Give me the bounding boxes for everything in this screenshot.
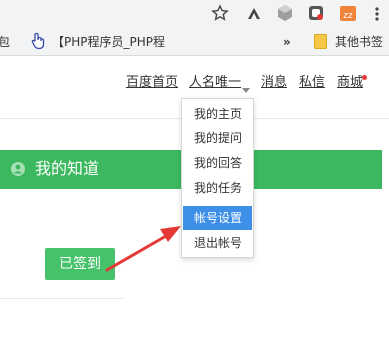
menu-item-my-tasks[interactable]: 我的任务 xyxy=(183,176,252,200)
menu-item-my-questions[interactable]: 我的提问 xyxy=(183,126,252,150)
menu-item-logout[interactable]: 退出帐号 xyxy=(183,231,252,255)
menu-item-my-answers[interactable]: 我的回答 xyxy=(183,151,252,175)
menu-item-my-homepage[interactable]: 我的主页 xyxy=(183,102,252,126)
user-dropdown-menu: 我的主页 我的提问 我的回答 我的任务 帐号设置 退出帐号 xyxy=(181,98,254,258)
menu-item-account-settings[interactable]: 帐号设置 xyxy=(183,206,252,230)
